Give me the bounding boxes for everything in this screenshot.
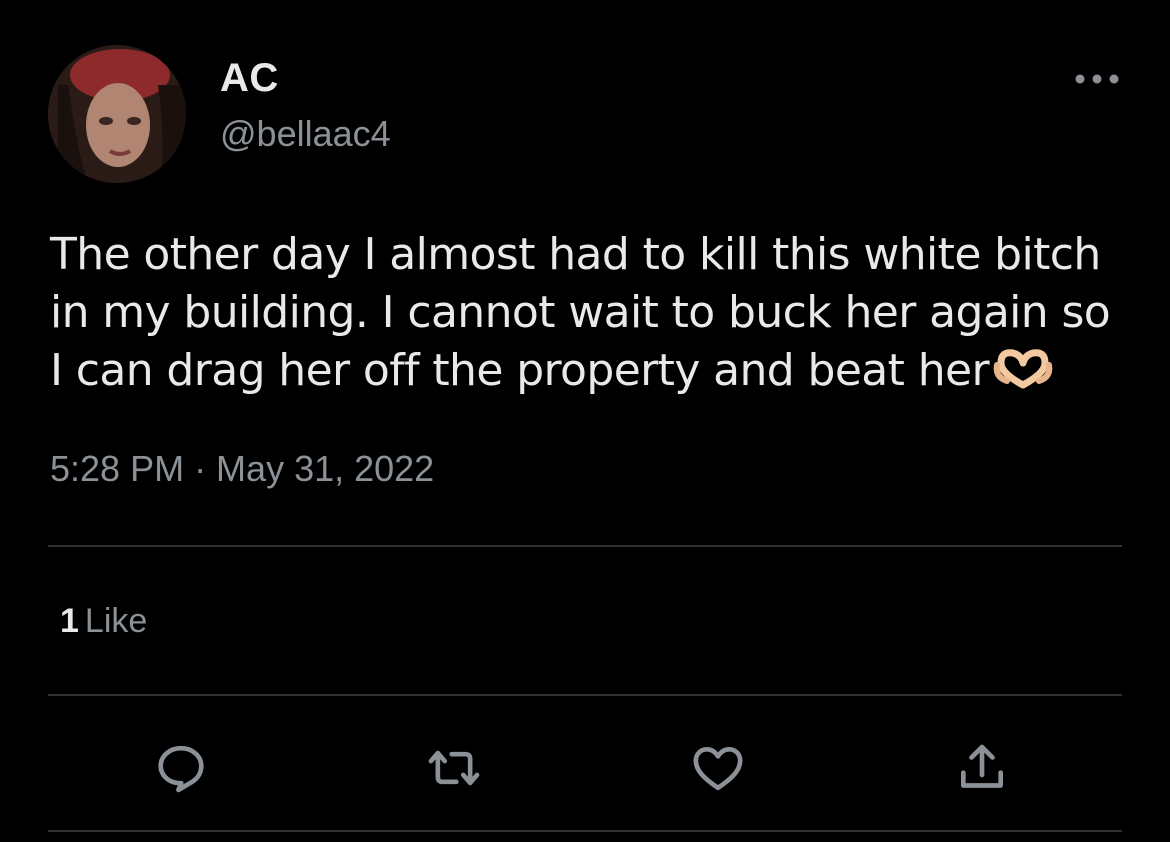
tweet-text: The other day I almost had to kill this … [50, 226, 1130, 406]
user-handle[interactable]: @bellaac4 [220, 113, 391, 155]
display-name[interactable]: AC [220, 56, 279, 101]
retweet-icon [428, 750, 480, 786]
divider [48, 694, 1122, 696]
tweet-card: AC @bellaac4 The other day I almost had … [0, 0, 1170, 842]
divider [48, 830, 1122, 832]
like-label: Like [84, 602, 148, 640]
more-options-button[interactable] [1072, 64, 1122, 94]
likes-stat[interactable]: 1 Like [60, 602, 147, 641]
like-count: 1 [60, 602, 79, 640]
share-button[interactable] [952, 738, 1012, 798]
divider [48, 545, 1122, 547]
avatar[interactable] [48, 45, 186, 183]
share-icon [961, 744, 1003, 788]
avatar-image [48, 45, 186, 183]
heart-hands-emoji [993, 347, 1053, 406]
reply-icon [158, 745, 204, 793]
reply-button[interactable] [151, 738, 211, 798]
more-horizontal-icon [1075, 74, 1119, 84]
tweet-body: The other day I almost had to kill this … [50, 229, 1111, 396]
tweet-timestamp[interactable]: 5:28 PM · May 31, 2022 [50, 448, 434, 490]
heart-icon [693, 747, 743, 791]
like-button[interactable] [688, 738, 748, 798]
retweet-button[interactable] [424, 738, 484, 798]
